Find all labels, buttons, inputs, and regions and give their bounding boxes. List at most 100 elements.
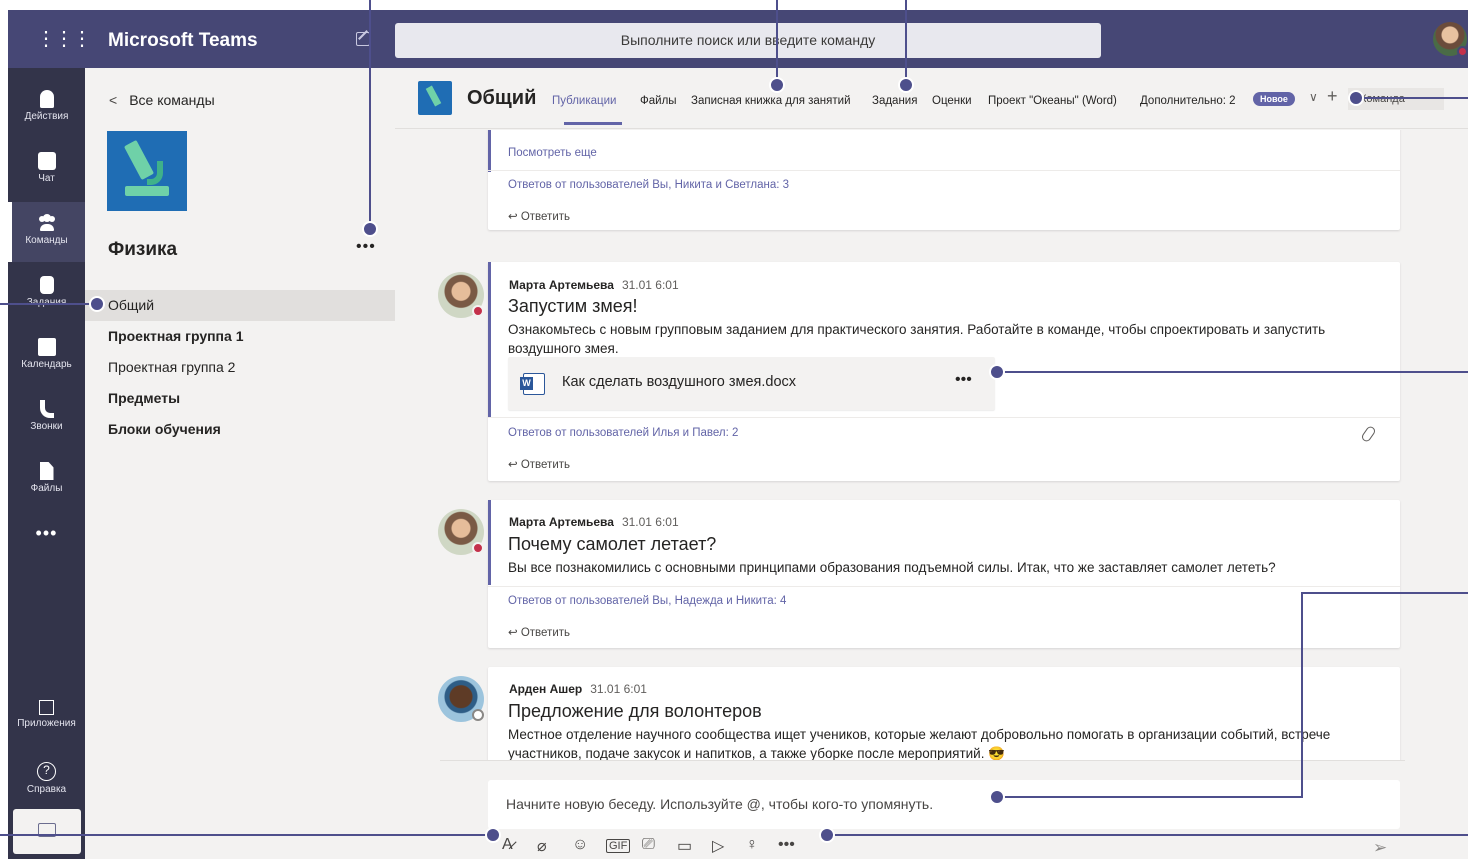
new-conversation-input[interactable]: Начните новую беседу. Используйте @, что… [488, 780, 1400, 829]
more-apps-button[interactable]: ••• [8, 523, 85, 544]
attachment-more-options-button[interactable]: ••• [955, 371, 972, 389]
sticker-icon[interactable]: ⎚ [642, 836, 655, 854]
channel-project-group-1[interactable]: Проектная группа 1 [85, 321, 395, 352]
tab-oceans-project[interactable]: Проект "Океаны" (Word) [988, 95, 1117, 107]
app-launcher-icon[interactable]: ⋮⋮⋮ [36, 29, 92, 49]
author-name: Марта Артемьева [509, 278, 614, 292]
meet-now-icon[interactable]: ▭ [677, 836, 692, 856]
rail-item-files[interactable]: Файлы [8, 450, 85, 510]
tab-files[interactable]: Файлы [640, 95, 677, 107]
send-icon[interactable]: ➢ [1373, 838, 1387, 858]
reply-label: Ответить [520, 627, 570, 639]
team-name: Физика [108, 239, 178, 260]
rail-item-help[interactable]: ? Справка [8, 750, 85, 810]
tab-class-notebook[interactable]: Записная книжка для занятий [691, 95, 851, 107]
attach-icon[interactable]: ⌀ [537, 836, 547, 856]
tab-assignments[interactable]: Задания [872, 95, 917, 107]
channel-title: Общий [467, 87, 537, 109]
add-tab-button[interactable]: + [1327, 86, 1338, 107]
post-time: 31.01 6:01 [621, 278, 679, 292]
rail-item-activity[interactable]: Действия [8, 78, 85, 138]
replies-link[interactable]: Ответов от пользователей Вы, Никита и Св… [508, 179, 789, 191]
app-title: Microsoft Teams [108, 30, 258, 51]
profile-avatar[interactable] [1433, 22, 1468, 57]
file-attachment[interactable]: Как сделать воздушного змея.docx ••• [508, 357, 995, 410]
post-card: Арден Ашер 31.01 6:01 Предложение для вол… [488, 667, 1400, 761]
more-options-button[interactable]: ••• [778, 836, 795, 854]
phone-icon [39, 400, 54, 418]
rail-item-teams[interactable]: Команды [8, 202, 85, 262]
all-teams-label: Все команды [129, 92, 215, 108]
replies-link[interactable]: Ответов от пользователей Илья и Павел: 2 [508, 427, 738, 439]
presence-away-icon [472, 709, 484, 721]
rail-label: Приложения [17, 718, 76, 729]
rail-item-calendar[interactable]: Календарь [8, 326, 85, 386]
new-chat-icon[interactable] [356, 32, 370, 46]
reply-button[interactable]: ↩ Ответить [508, 457, 570, 471]
app-rail: Действия Чат Команды Задания Календарь З… [8, 68, 85, 859]
tab-posts[interactable]: Публикации [552, 95, 623, 125]
praise-icon[interactable]: ♀ [746, 836, 758, 854]
tab-grades[interactable]: Оценки [932, 95, 972, 107]
new-badge: Новое [1253, 92, 1295, 106]
post-card: Посмотреть еще Ответов от пользователей … [488, 130, 1400, 230]
author-name: Арден Ашер [509, 682, 583, 696]
rail-item-apps[interactable]: Приложения [8, 688, 85, 748]
all-teams-link[interactable]: < Все команды [109, 92, 215, 108]
team-logo [107, 131, 187, 211]
rail-item-chat[interactable]: Чат [8, 140, 85, 200]
rail-label: Справка [26, 784, 67, 795]
author-name: Марта Артемьева [509, 515, 614, 529]
gif-icon[interactable]: GIF [606, 839, 631, 853]
rail-label: Чат [38, 173, 55, 184]
post-subject: Предложение для волонтеров [508, 701, 762, 721]
channel-general[interactable]: Общий [85, 290, 395, 321]
assignments-icon [39, 276, 54, 294]
channel-header: Общий Публикации Файлы Записная книжка д… [395, 68, 1468, 129]
avatar[interactable] [438, 509, 484, 555]
post-author: Арден Ашер 31.01 6:01 [509, 682, 647, 696]
teams-icon [38, 214, 56, 232]
post-author: Марта Артемьева 31.01 6:01 [509, 278, 679, 292]
feedback-button[interactable] [13, 809, 81, 854]
channel-subjects[interactable]: Предметы [85, 383, 395, 414]
avatar[interactable] [438, 676, 484, 722]
replies-link[interactable]: Ответов от пользователей Вы, Надежда и Н… [508, 595, 786, 607]
stream-icon[interactable]: ▷ [712, 836, 724, 856]
team-panel: < Все команды Физика ••• Общий Проектная … [85, 68, 395, 859]
reply-label: Ответить [520, 459, 570, 471]
bell-icon [39, 90, 54, 108]
post-author: Марта Артемьева 31.01 6:01 [509, 515, 679, 529]
post-body: Ознакомьтесь с новым групповым заданием … [508, 322, 1326, 356]
reply-button[interactable]: ↩ Ответить [508, 625, 570, 639]
tab-more[interactable]: Дополнительно: 2 [1140, 95, 1236, 107]
search-input[interactable]: Выполните поиск или введите команду [395, 23, 1101, 58]
compose-placeholder: Начните новую беседу. Используйте @, что… [506, 796, 934, 812]
presence-busy-icon [1457, 46, 1468, 57]
reply-button[interactable]: ↩ Ответить [508, 209, 570, 223]
post-time: 31.01 6:01 [590, 682, 647, 696]
channel-project-group-2[interactable]: Проектная группа 2 [85, 352, 395, 383]
channel-main: Общий Публикации Файлы Записная книжка д… [395, 68, 1468, 859]
files-icon [39, 462, 54, 480]
channel-learning-units[interactable]: Блоки обучения [85, 414, 395, 445]
calendar-icon [37, 338, 56, 356]
posts-feed: Посмотреть еще Ответов от пользователей … [395, 130, 1468, 761]
rail-item-assignments[interactable]: Задания [8, 264, 85, 324]
rail-item-calls[interactable]: Звонки [8, 388, 85, 448]
rail-label: Календарь [21, 359, 72, 370]
see-more-link[interactable]: Посмотреть еще [508, 147, 597, 159]
top-bar: ⋮⋮⋮ Microsoft Teams Выполните поиск или … [8, 10, 1468, 68]
reply-label: Ответить [520, 211, 570, 223]
paperclip-icon [1360, 424, 1377, 444]
post-subject: Почему самолет летает? [508, 534, 717, 554]
post-time: 31.01 6:01 [621, 515, 679, 529]
team-more-options-button[interactable]: ••• [356, 238, 376, 256]
format-icon[interactable]: A̷ [502, 836, 513, 854]
presence-busy-icon [472, 305, 484, 317]
rail-label: Действия [24, 111, 69, 122]
channel-logo [418, 81, 452, 115]
chevron-down-icon[interactable]: ∨ [1309, 90, 1318, 104]
avatar[interactable] [438, 272, 484, 318]
emoji-icon[interactable]: ☺ [572, 836, 588, 854]
